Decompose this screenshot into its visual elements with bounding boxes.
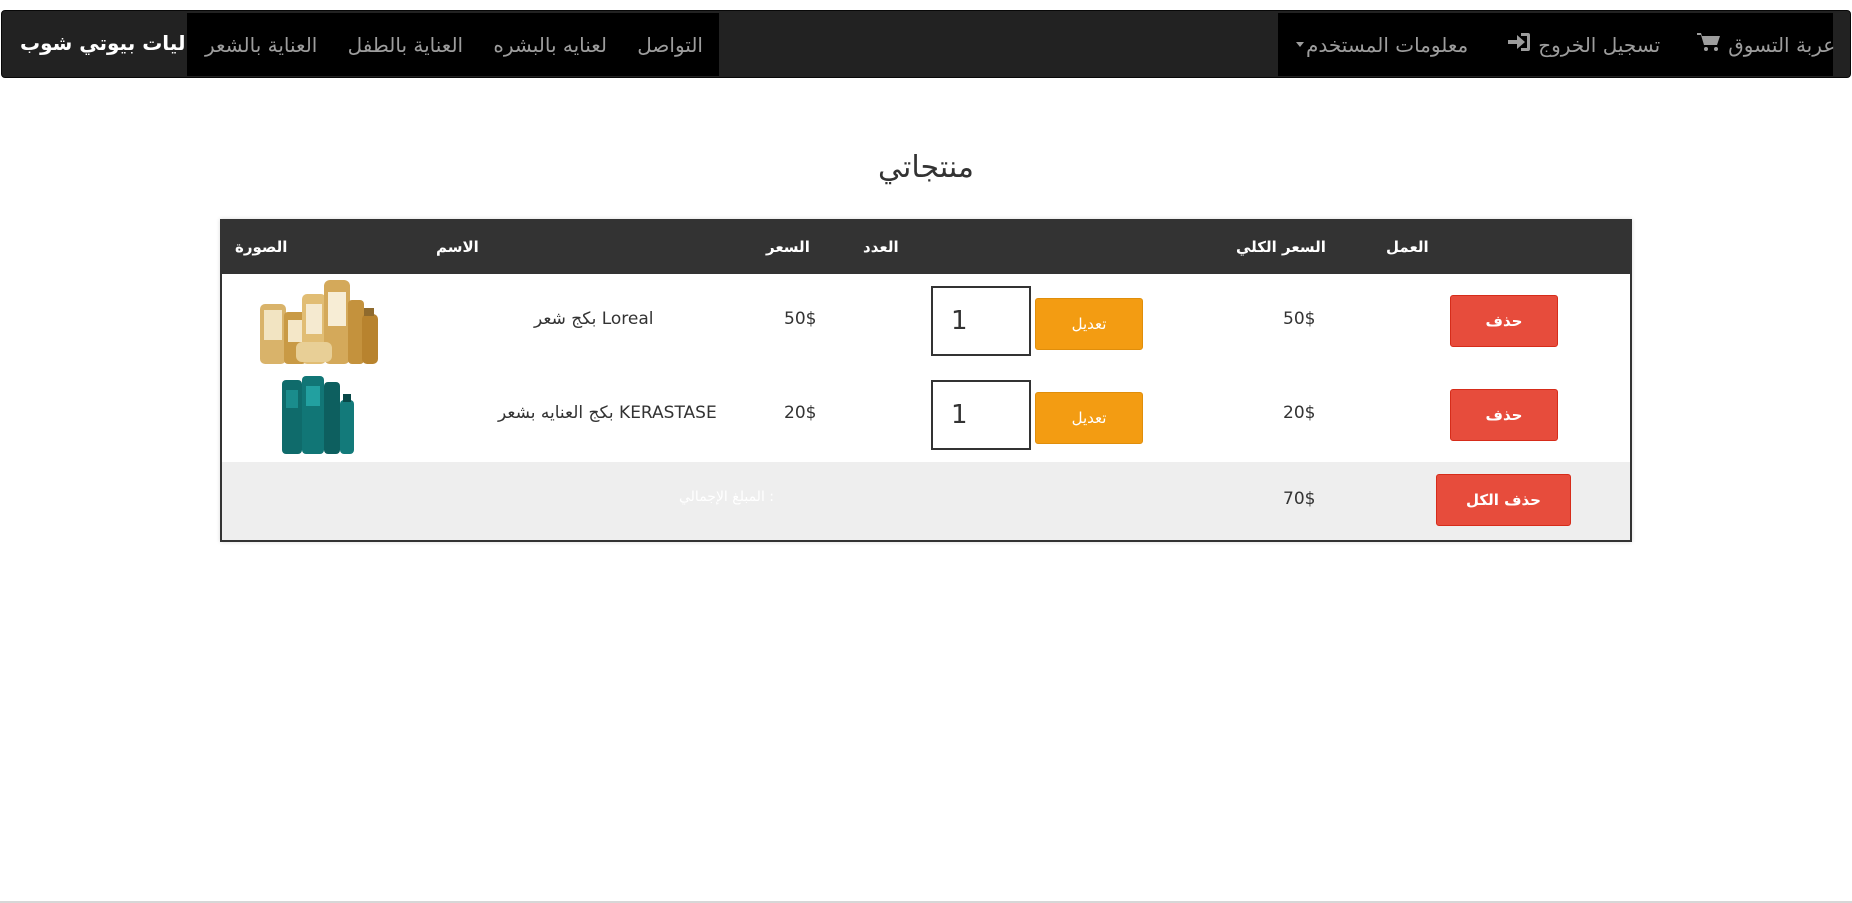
logout-link[interactable]: تسجيل الخروج [1506,31,1660,58]
product-total: 20$ [1283,403,1316,423]
table-header: الصورة الاسم السعر العدد السعر الكلي الع… [222,221,1630,274]
delete-all-button[interactable]: حذف الكل [1436,474,1571,526]
delete-button[interactable]: حذف [1450,295,1558,347]
nav-links: العناية بالشعر العناية بالطفل لعنايه بال… [187,13,719,76]
edit-button[interactable]: تعديل [1035,392,1143,444]
user-menu-label: معلومات المستخدم [1306,32,1469,57]
header-total: السعر الكلي [1236,238,1326,256]
total-label: المبلغ الإجمالي : [679,489,775,505]
delete-button[interactable]: حذف [1450,389,1558,441]
header-name: الاسم [436,238,479,256]
product-total: 50$ [1283,309,1316,329]
product-name: بكج شعر Loreal [534,309,654,329]
nav-link-skin-care[interactable]: لعنايه بالبشره [493,33,607,57]
sign-in-icon [1506,31,1532,58]
navbar: جماليات بيوتي شوب العناية بالشعر العناية… [1,10,1851,78]
table-footer: المبلغ الإجمالي : 70$ حذف الكل [222,462,1630,540]
cart-table: الصورة الاسم السعر العدد السعر الكلي الع… [220,219,1632,542]
cart-link[interactable]: عربة التسوق [1696,31,1835,58]
user-menu-dropdown[interactable]: معلومات المستخدم [1296,33,1468,57]
quantity-input[interactable]: 1 [931,380,1031,450]
product-price: 20$ [784,403,817,423]
product-image [282,376,356,456]
nav-link-contact[interactable]: التواصل [637,33,703,57]
header-price: السعر [766,238,810,256]
nav-right: معلومات المستخدم تسجيل الخروج عربة التسو… [1278,13,1835,76]
header-quantity: العدد [863,238,899,256]
product-name: بكج العنايه بشعر KERASTASE [498,403,717,423]
edit-button[interactable]: تعديل [1035,298,1143,350]
shopping-cart-icon [1696,31,1722,58]
table-row: بكج شعر Loreal 50$ 1 تعديل 50$ حذف [222,274,1630,368]
quantity-input[interactable]: 1 [931,286,1031,356]
logout-label: تسجيل الخروج [1538,32,1661,57]
product-price: 50$ [784,309,817,329]
header-action: العمل [1386,238,1429,256]
header-image: الصورة [235,238,288,256]
nav-link-baby-care[interactable]: العناية بالطفل [348,33,464,57]
caret-down-icon [1296,42,1304,47]
total-value: 70$ [1283,489,1316,509]
table-row: بكج العنايه بشعر KERASTASE 20$ 1 تعديل 2… [222,368,1630,462]
product-image [260,280,382,364]
page-title: منتجاتي [877,150,975,185]
nav-link-hair-care[interactable]: العناية بالشعر [205,33,317,57]
cart-label: عربة التسوق [1728,32,1836,57]
